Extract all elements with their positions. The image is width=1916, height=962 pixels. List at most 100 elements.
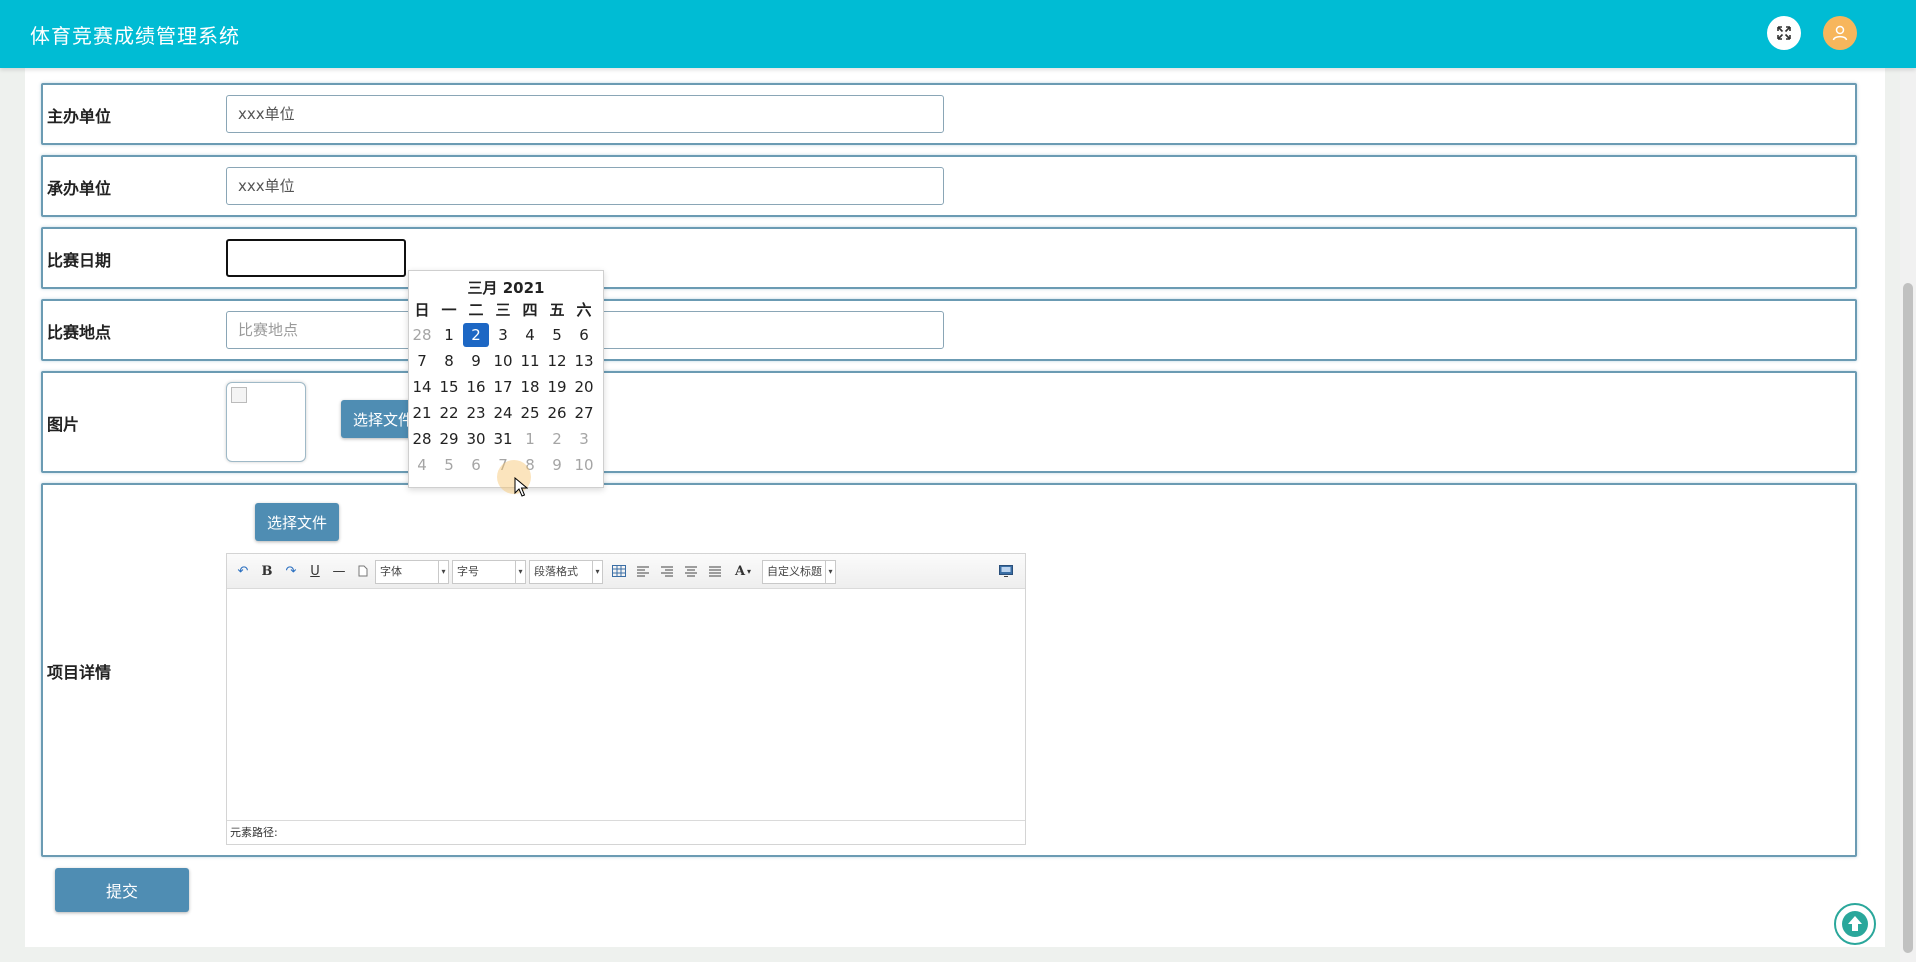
calendar-day[interactable]: 4: [409, 453, 435, 477]
calendar-day[interactable]: 30: [463, 427, 489, 451]
calendar-day[interactable]: 22: [436, 401, 462, 425]
align-right-icon[interactable]: [658, 562, 676, 580]
organizer-label: 主办单位: [47, 107, 112, 126]
form-row-location: 比赛地点 比赛地点: [41, 299, 1857, 361]
calendar-day[interactable]: 21: [409, 401, 435, 425]
custom-heading-select[interactable]: 自定义标题 ▾: [762, 560, 836, 584]
calendar-day[interactable]: 6: [571, 323, 597, 347]
undo-icon[interactable]: ↶: [234, 562, 252, 580]
justify-icon[interactable]: [706, 562, 724, 580]
chevron-down-icon: ▾: [515, 561, 525, 583]
calendar-weekday: 日: [414, 300, 430, 319]
redo-icon[interactable]: ↷: [282, 562, 300, 580]
calendar-day[interactable]: 15: [436, 375, 462, 399]
details-choose-file-button[interactable]: 选择文件: [255, 503, 339, 541]
font-size-value: 字号: [457, 565, 479, 578]
date-picker-popup: 三月 2021 日一二三四五六 28 1 2 3 4 5 6 7 8 9 10 11 12 13 14 15 16…: [408, 270, 604, 488]
calendar-day[interactable]: 10: [490, 349, 516, 373]
table-icon[interactable]: [610, 562, 628, 580]
submit-button[interactable]: 提交: [55, 868, 189, 912]
co-organizer-label: 承办单位: [47, 179, 112, 198]
paragraph-format-value: 段落格式: [534, 565, 578, 578]
editor-status-bar: 元素路径:: [227, 820, 1025, 844]
horizontal-rule-icon[interactable]: —: [330, 562, 348, 580]
align-center-icon[interactable]: [682, 562, 700, 580]
form-row-match-date: 比赛日期: [41, 227, 1857, 289]
calendar-day[interactable]: 28: [409, 427, 435, 451]
location-label: 比赛地点: [47, 323, 112, 342]
page-icon[interactable]: [354, 562, 372, 580]
calendar-day[interactable]: 16: [463, 375, 489, 399]
calendar-day[interactable]: 13: [571, 349, 597, 373]
calendar-day[interactable]: 9: [544, 453, 570, 477]
calendar-day[interactable]: 20: [571, 375, 597, 399]
organizer-input[interactable]: xxx单位: [226, 95, 944, 133]
calendar-month-title: 三月 2021: [467, 279, 545, 297]
calendar-day[interactable]: 10: [571, 453, 597, 477]
calendar-day[interactable]: 29: [436, 427, 462, 451]
calendar-day[interactable]: 31: [490, 427, 516, 451]
calendar-day[interactable]: 14: [409, 375, 435, 399]
arrow-up-icon: [1842, 911, 1868, 937]
font-family-value: 字体: [380, 565, 402, 578]
calendar-day-selected[interactable]: 2: [463, 323, 489, 347]
fullscreen-button[interactable]: [1767, 16, 1801, 50]
calendar-day[interactable]: 12: [544, 349, 570, 373]
font-family-select[interactable]: 字体 ▾: [375, 560, 449, 584]
back-to-top-button[interactable]: [1834, 903, 1876, 945]
calendar-day[interactable]: 3: [490, 323, 516, 347]
calendar-day[interactable]: 19: [544, 375, 570, 399]
calendar-day[interactable]: 5: [436, 453, 462, 477]
calendar-day[interactable]: 17: [490, 375, 516, 399]
calendar-day[interactable]: 18: [517, 375, 543, 399]
calendar-day[interactable]: 23: [463, 401, 489, 425]
bold-icon[interactable]: B: [258, 562, 276, 580]
match-date-input[interactable]: [226, 239, 406, 277]
co-organizer-input[interactable]: xxx单位: [226, 167, 944, 205]
calendar-day[interactable]: 27: [571, 401, 597, 425]
form-row-details: 项目详情 选择文件 ↶ B ↷ U — 字体 ▾ 字号 ▾ 段落格式 ▾ A ▾…: [41, 483, 1857, 857]
align-left-icon[interactable]: [634, 562, 652, 580]
calendar-day[interactable]: 28: [409, 323, 435, 347]
chevron-down-icon: ▾: [825, 561, 835, 583]
details-label: 项目详情: [47, 663, 112, 682]
calendar-day[interactable]: 1: [436, 323, 462, 347]
calendar-weekday: 二: [468, 300, 484, 319]
form-container: 主办单位 xxx单位 承办单位 xxx单位 比赛日期 比赛地点 比赛地点 图片 …: [25, 41, 1885, 947]
underline-icon[interactable]: U: [306, 562, 324, 580]
form-row-organizer: 主办单位 xxx单位: [41, 83, 1857, 145]
match-date-label: 比赛日期: [47, 251, 112, 270]
top-bar: 体育竞赛成绩管理系统: [0, 0, 1916, 68]
editor-toolbar: ↶ B ↷ U — 字体 ▾ 字号 ▾ 段落格式 ▾ A ▾ 自定义标题 ▾: [227, 554, 1025, 589]
form-row-co-organizer: 承办单位 xxx单位: [41, 155, 1857, 217]
calendar-day[interactable]: 2: [544, 427, 570, 451]
page-scrollbar[interactable]: [1900, 68, 1916, 962]
calendar-day[interactable]: 24: [490, 401, 516, 425]
calendar-day[interactable]: 3: [571, 427, 597, 451]
calendar-day[interactable]: 6: [463, 453, 489, 477]
calendar-day[interactable]: 25: [517, 401, 543, 425]
calendar-day[interactable]: 9: [463, 349, 489, 373]
calendar-day[interactable]: 7: [409, 349, 435, 373]
fullscreen-editor-icon[interactable]: [997, 562, 1015, 580]
scrollbar-thumb[interactable]: [1903, 283, 1913, 953]
app-title: 体育竞赛成绩管理系统: [30, 24, 240, 48]
font-size-select[interactable]: 字号 ▾: [452, 560, 526, 584]
calendar-day[interactable]: 5: [544, 323, 570, 347]
image-label: 图片: [47, 415, 80, 434]
font-color-icon[interactable]: A ▾: [730, 562, 756, 580]
calendar-weekday: 四: [522, 300, 538, 319]
calendar-day[interactable]: 11: [517, 349, 543, 373]
calendar-day[interactable]: 26: [544, 401, 570, 425]
calendar-weekday: 五: [549, 300, 565, 319]
rich-text-editor[interactable]: ↶ B ↷ U — 字体 ▾ 字号 ▾ 段落格式 ▾ A ▾ 自定义标题 ▾ 元…: [226, 553, 1026, 845]
calendar-day[interactable]: 1: [517, 427, 543, 451]
calendar-day[interactable]: 8: [436, 349, 462, 373]
paragraph-format-select[interactable]: 段落格式 ▾: [529, 560, 603, 584]
fullscreen-icon: [1777, 26, 1791, 40]
user-avatar-button[interactable]: [1823, 16, 1857, 50]
image-preview[interactable]: [226, 382, 306, 462]
calendar-weekday: 三: [495, 300, 511, 319]
calendar-day[interactable]: 4: [517, 323, 543, 347]
custom-heading-value: 自定义标题: [767, 565, 822, 578]
